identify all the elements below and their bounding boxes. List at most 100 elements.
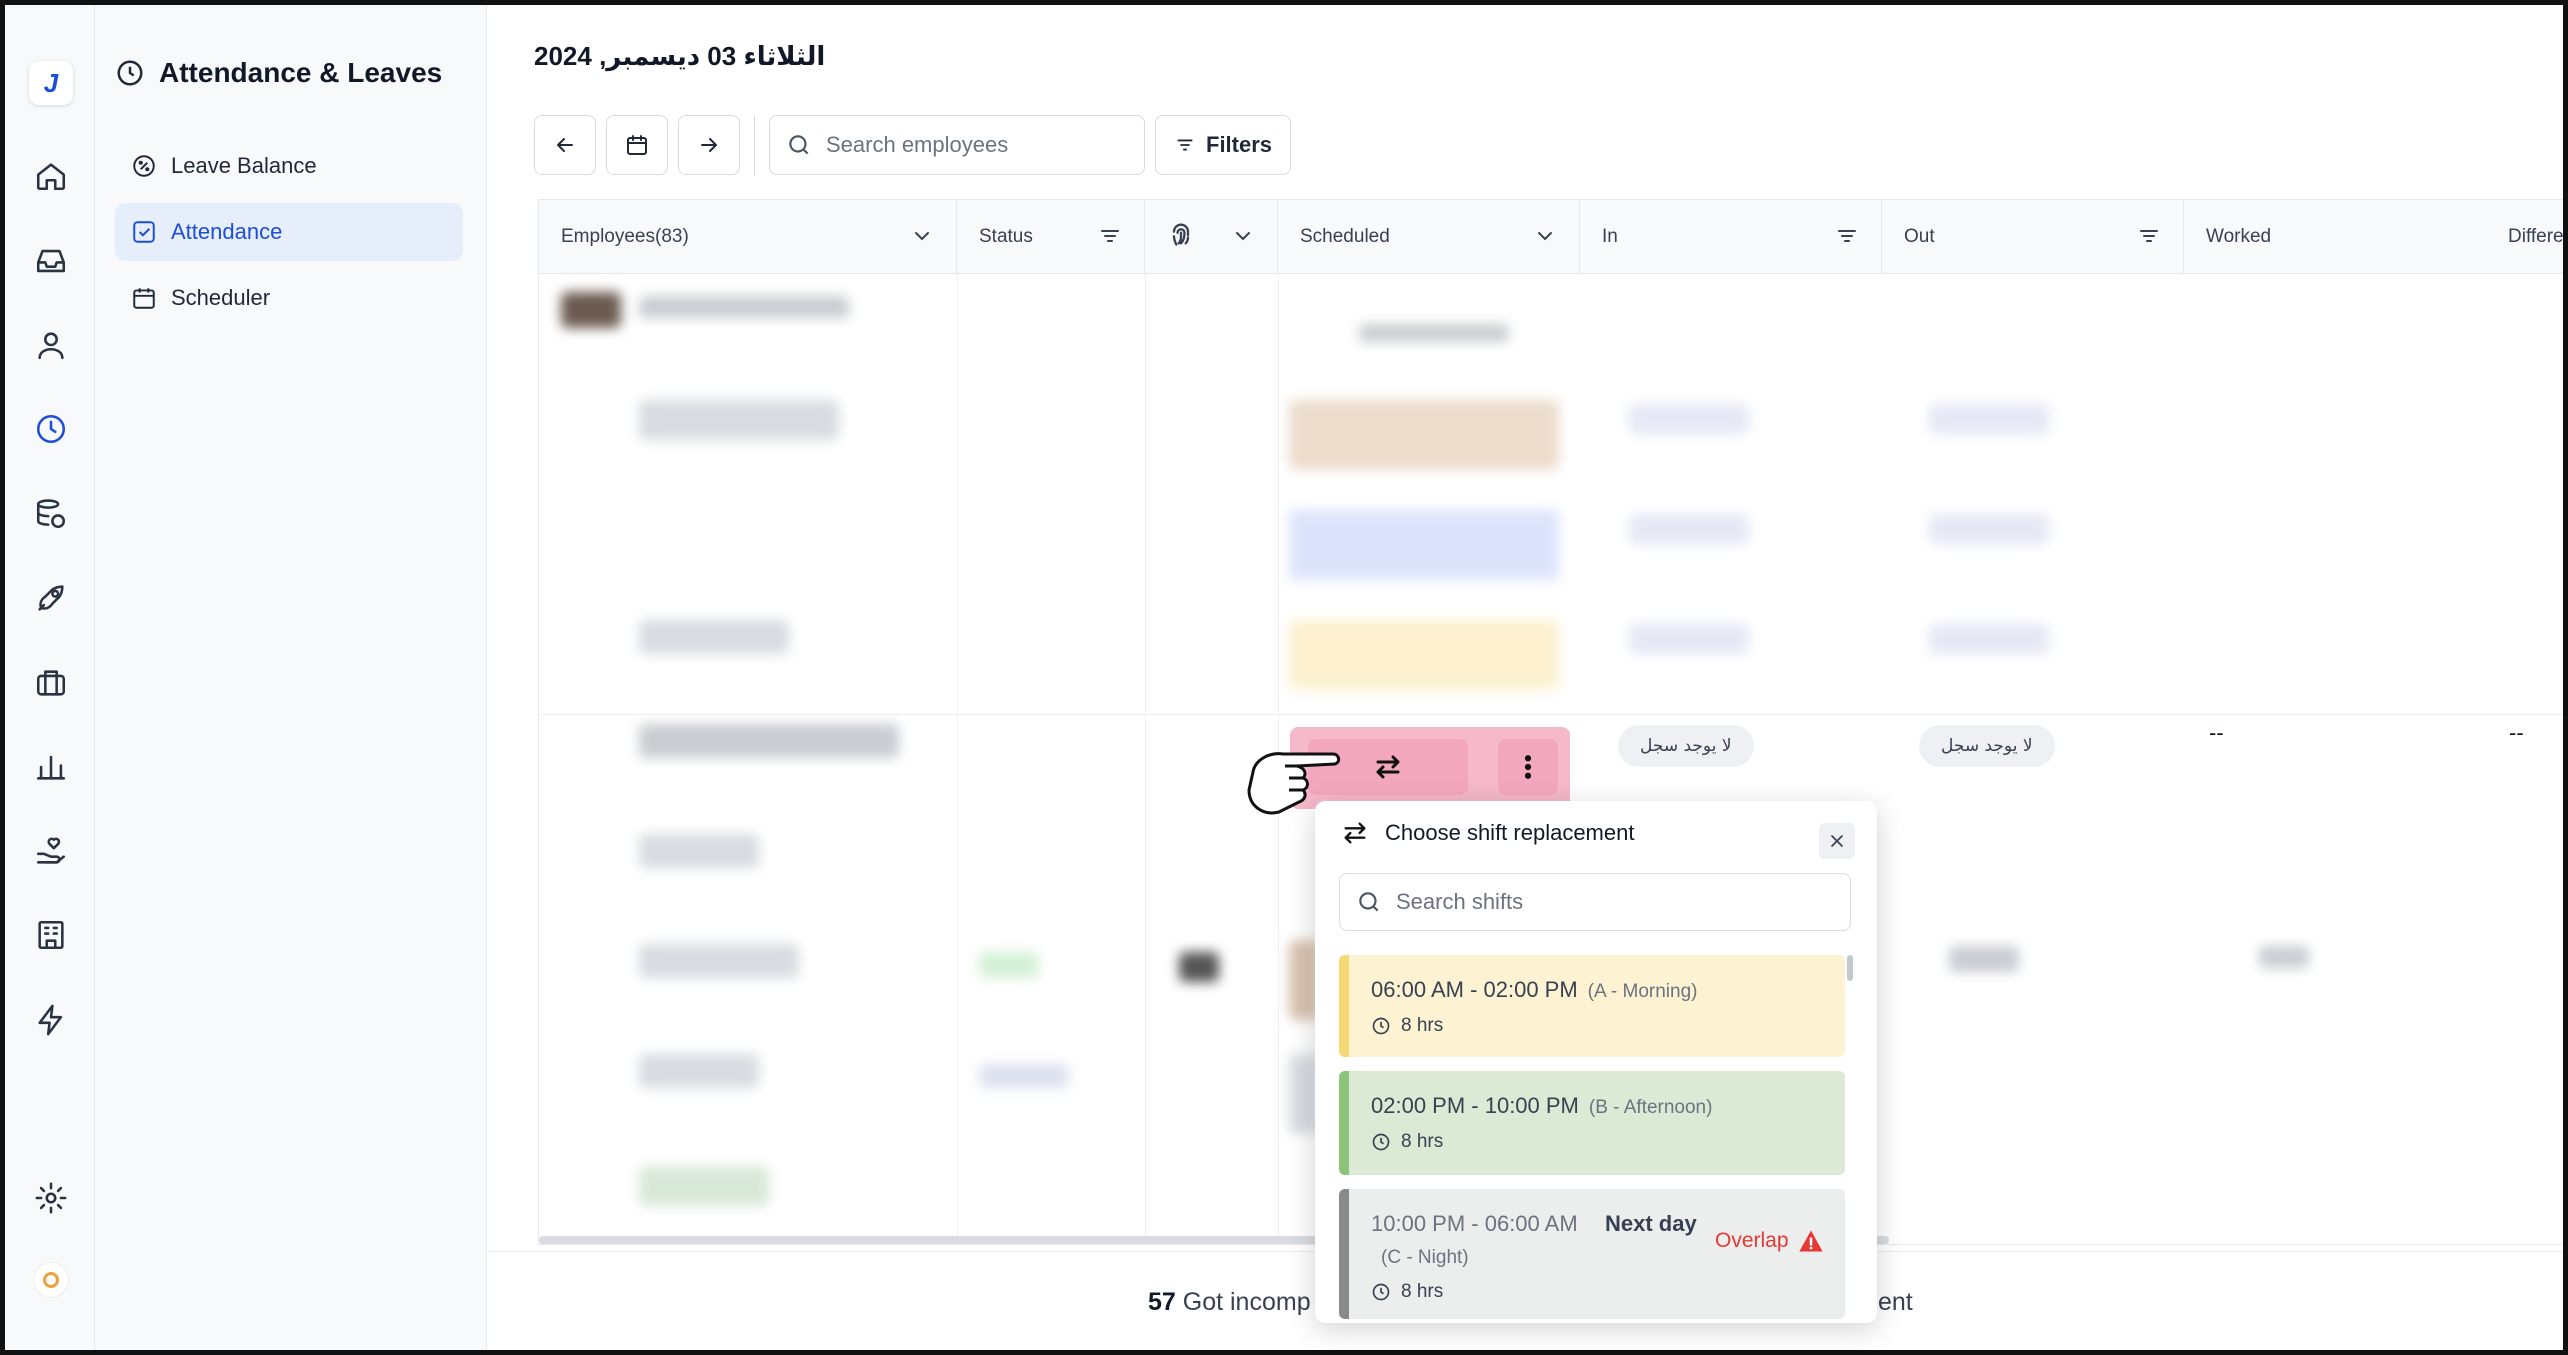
blurred-pill [1929, 624, 2049, 654]
blurred-text [1949, 946, 2019, 972]
summary-text: 57 Got incomp [1148, 1288, 1311, 1316]
chevron-down-icon[interactable] [910, 224, 934, 254]
shift-duration: 8 hrs [1371, 1015, 1845, 1037]
blurred-text [639, 834, 759, 868]
sidebar-item-leave-balance[interactable]: Leave Balance [115, 137, 463, 195]
clock-icon [1372, 1017, 1390, 1035]
filter-lines-icon[interactable] [1098, 224, 1122, 254]
popover-title: Choose shift replacement [1385, 820, 1635, 845]
company-avatar[interactable] [33, 1262, 69, 1298]
shift-duration: 8 hrs [1371, 1131, 1845, 1153]
more-options-button[interactable] [1498, 739, 1558, 795]
popover-header: Choose shift replacement [1341, 819, 1634, 847]
shift-option-night[interactable]: 10:00 PM - 06:00 AM Next day (C - Night)… [1339, 1189, 1845, 1319]
shift-option-afternoon[interactable]: 02:00 PM - 10:00 PM (B - Afternoon) 8 hrs [1339, 1071, 1845, 1175]
hand-heart-icon[interactable] [30, 830, 72, 872]
blurred-pill [1629, 624, 1749, 654]
check-square-icon [133, 221, 155, 243]
column-out[interactable]: Out [1882, 200, 2184, 274]
bar-chart-icon[interactable] [30, 746, 72, 788]
blurred-icon [1179, 952, 1219, 982]
blurred-status [979, 952, 1039, 978]
briefcase-icon[interactable] [30, 662, 72, 704]
arrow-right-icon [701, 138, 717, 152]
next-day-button[interactable] [678, 115, 740, 175]
out-status-pill: لا يوجد سجل [1919, 725, 2055, 767]
toolbar: Search employees Filters [534, 115, 1292, 175]
column-worked[interactable]: Worked [2184, 200, 2486, 274]
blurred-pill [1929, 404, 2049, 434]
swap-arrows-icon [1376, 755, 1400, 779]
fingerprint-icon [1167, 220, 1195, 254]
column-difference[interactable]: Differe [2486, 200, 2563, 274]
lightning-icon[interactable] [30, 999, 72, 1041]
next-day-label: Next day [1605, 1211, 1697, 1236]
column-employees[interactable]: Employees(83) [539, 200, 957, 274]
filter-lines-icon[interactable] [2137, 224, 2161, 254]
blurred-text [639, 724, 899, 758]
shift-option-morning[interactable]: 06:00 AM - 02:00 PM (A - Morning) 8 hrs [1339, 955, 1845, 1057]
blurred-pill [1929, 514, 2049, 544]
swap-arrows-icon [1344, 822, 1366, 844]
shift-duration: 8 hrs [1371, 1281, 1845, 1303]
chevron-down-icon[interactable] [1533, 224, 1557, 254]
user-icon[interactable] [30, 324, 72, 366]
filters-button[interactable]: Filters [1155, 115, 1292, 175]
rocket-icon[interactable] [30, 577, 72, 619]
filter-lines-icon [1177, 139, 1193, 151]
popover-scrollbar[interactable] [1847, 955, 1853, 981]
blurred-text [639, 944, 799, 978]
app-logo[interactable]: J [29, 61, 73, 105]
clock-icon [1372, 1133, 1390, 1151]
summary-text-tail: ent [1878, 1288, 1913, 1316]
column-scheduled[interactable]: Scheduled [1278, 200, 1580, 274]
close-icon [1831, 835, 1843, 847]
warning-icon [1798, 1230, 1823, 1252]
shift-replacement-popover: Choose shift replacement Search shifts 0… [1315, 801, 1877, 1323]
blurred-avatar [561, 292, 621, 328]
arrow-left-icon [557, 138, 573, 152]
page-date-title: الثلاثاء 03 ديسمبر, 2024 [534, 41, 826, 71]
chevron-down-icon[interactable] [1231, 224, 1255, 254]
home-icon[interactable] [30, 155, 72, 197]
blurred-pill [1629, 404, 1749, 434]
module-sidebar: Attendance & Leaves Leave Balance Attend… [95, 5, 487, 1350]
employee-search-input[interactable]: Search employees [769, 115, 1145, 175]
inbox-icon[interactable] [30, 240, 72, 282]
percent-badge-icon [133, 155, 155, 177]
clock-icon[interactable] [30, 408, 72, 450]
difference-value: -- [2509, 720, 2524, 745]
blurred-status [979, 1064, 1069, 1088]
more-vertical-icon [1524, 755, 1532, 779]
module-title: Attendance & Leaves [115, 57, 442, 89]
blurred-text [639, 620, 789, 654]
database-icon[interactable] [30, 493, 72, 535]
shift-search-input[interactable]: Search shifts [1339, 873, 1851, 931]
blurred-text [639, 1166, 769, 1206]
settings-icon[interactable] [30, 1177, 72, 1219]
calendar-button[interactable] [606, 115, 668, 175]
sidebar-item-attendance[interactable]: Attendance [115, 203, 463, 261]
blurred-text [639, 296, 849, 318]
column-status[interactable]: Status [957, 200, 1145, 274]
column-fingerprint[interactable] [1145, 200, 1278, 274]
calendar-icon [627, 135, 647, 155]
search-icon [1359, 892, 1379, 912]
close-button[interactable] [1819, 823, 1855, 859]
building-icon[interactable] [30, 914, 72, 956]
blurred-text [1359, 324, 1509, 342]
calendar-icon [133, 288, 155, 309]
sidebar-item-scheduler[interactable]: Scheduler [115, 269, 463, 327]
blurred-shift [1289, 400, 1559, 470]
clock-icon [1372, 1283, 1390, 1301]
column-in[interactable]: In [1580, 200, 1882, 274]
table-header: Employees(83) Status Scheduled In Out Wo… [539, 200, 2563, 274]
filter-lines-icon[interactable] [1835, 224, 1859, 254]
previous-day-button[interactable] [534, 115, 596, 175]
clock-icon [117, 60, 143, 86]
worked-value: -- [2209, 720, 2224, 745]
in-status-pill: لا يوجد سجل [1618, 725, 1754, 767]
blurred-pill [1629, 514, 1749, 544]
blurred-shift [1289, 620, 1559, 690]
blurred-text [639, 1054, 759, 1088]
